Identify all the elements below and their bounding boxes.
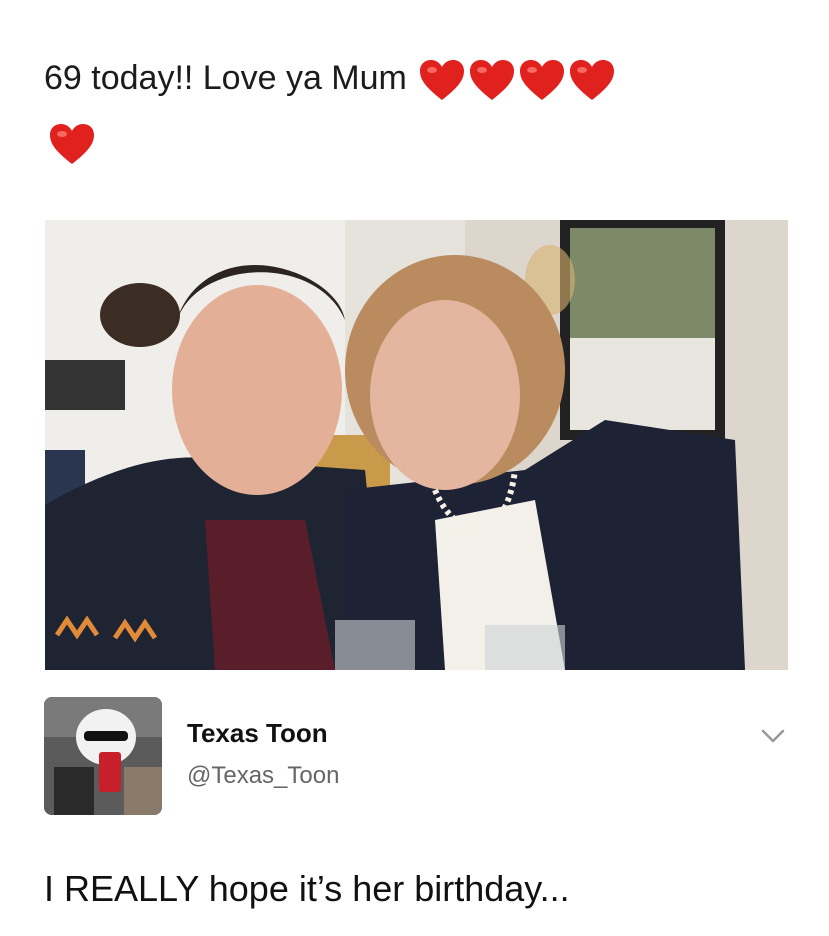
caption-text: 69 today!! Love ya Mum [44,59,407,97]
heart-emoji-icon [518,58,566,102]
author-name[interactable]: Texas Toon [187,718,328,749]
heart-emoji-icon [418,58,466,102]
chevron-down-icon[interactable] [760,727,786,745]
author-handle[interactable]: @Texas_Toon [187,762,339,790]
post-caption: 69 today!! Love ya Mum [44,48,804,108]
author-avatar[interactable] [44,697,162,815]
post-photo[interactable] [45,220,788,670]
tweet-text: I REALLY hope it’s her birthday... [44,868,570,909]
heart-emoji-icon [48,122,96,166]
heart-emoji-icon [468,58,516,102]
heart-emoji-icon [568,58,616,102]
